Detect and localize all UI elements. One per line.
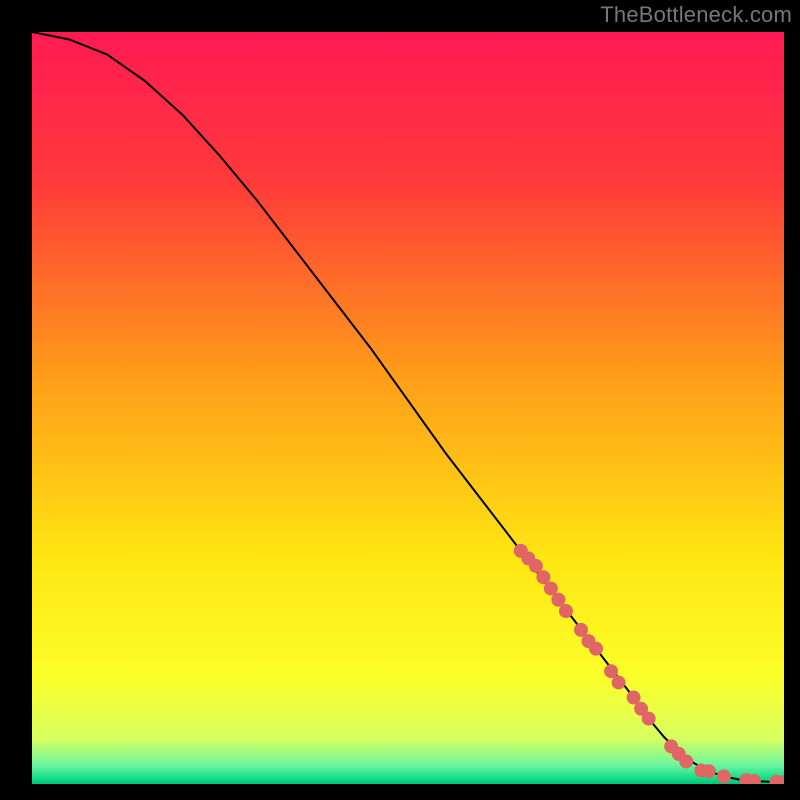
watermark-text: TheBottleneck.com xyxy=(600,2,792,28)
marker-dot xyxy=(559,604,573,618)
marker-dot xyxy=(642,712,656,726)
marker-dot xyxy=(702,764,716,778)
chart-frame: TheBottleneck.com xyxy=(0,0,800,800)
chart-svg xyxy=(32,32,784,784)
gradient-background xyxy=(32,32,784,784)
plot-area xyxy=(32,32,784,784)
marker-dot xyxy=(717,769,731,783)
marker-dot xyxy=(679,754,693,768)
marker-dot xyxy=(589,642,603,656)
marker-dot xyxy=(612,675,626,689)
